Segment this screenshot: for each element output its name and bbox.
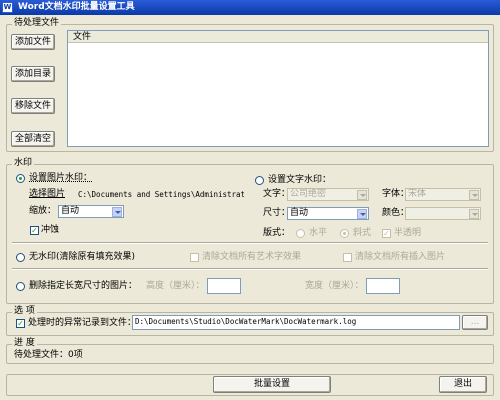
scale-select[interactable]: 自动: [58, 205, 124, 218]
divider: [12, 268, 488, 270]
choose-image-link[interactable]: 选择图片: [29, 189, 65, 200]
horizontal-radio[interactable]: [296, 229, 305, 238]
batch-apply-button[interactable]: 批量设置: [213, 376, 331, 393]
add-file-button[interactable]: 添加文件: [11, 34, 55, 50]
clear-wordart-checkbox[interactable]: [190, 253, 199, 262]
horizontal-label: 水平: [309, 228, 328, 238]
size-label: 尺寸：: [263, 208, 291, 218]
font-value: 宋体: [408, 189, 427, 199]
size-select[interactable]: 自动: [287, 207, 369, 220]
size-value: 自动: [290, 208, 309, 218]
image-watermark-radio[interactable]: [16, 174, 25, 183]
image-path-value: C:\Documents and Settings\Administrat: [78, 190, 244, 199]
pending-files-group-title: 待处理文件: [12, 18, 62, 29]
add-directory-button[interactable]: 添加目录: [11, 66, 55, 82]
file-list-column-header[interactable]: 文件: [68, 31, 488, 43]
chevron-down-icon: [469, 190, 479, 200]
text-value: 公司绝密: [290, 189, 327, 199]
clear-wordart-label: 清除文档所有艺术字效果: [202, 252, 302, 262]
width-input[interactable]: [366, 278, 400, 294]
no-watermark-label[interactable]: 无水印(清除原有填充效果): [29, 252, 135, 263]
log-errors-label: 处理时的异常记录到文件：: [28, 318, 137, 328]
height-input[interactable]: [207, 278, 241, 294]
scale-value: 自动: [61, 206, 80, 216]
text-label: 文字：: [263, 189, 291, 199]
watermark-group-title: 水印: [12, 158, 35, 169]
clear-images-label: 清除文档所有插入图片: [355, 252, 446, 262]
divider: [12, 242, 488, 244]
window-title: Word文档水印批量设置工具: [18, 2, 135, 12]
washout-checkbox[interactable]: ✓: [30, 226, 39, 235]
text-watermark-label[interactable]: 设置文字水印：: [268, 175, 331, 186]
color-select[interactable]: [405, 207, 481, 220]
remove-file-button[interactable]: 移除文件: [11, 98, 55, 114]
log-errors-checkbox[interactable]: ✓: [16, 319, 25, 328]
title-bar[interactable]: W Word文档水印批量设置工具: [0, 0, 500, 15]
progress-status: 待处理文件：0项: [14, 350, 83, 360]
delete-size-label[interactable]: 删除指定长宽尺寸的图片：: [29, 281, 137, 292]
clear-images-checkbox[interactable]: [343, 253, 352, 262]
layout-label: 版式：: [263, 228, 291, 238]
clear-all-button[interactable]: 全部清空: [11, 131, 55, 147]
chevron-down-icon: [469, 209, 479, 219]
chevron-down-icon: [357, 209, 367, 219]
height-label: 高度（厘米）：: [146, 281, 205, 291]
image-watermark-label[interactable]: 设置图片水印：: [29, 173, 92, 184]
log-path-input[interactable]: D:\Documents\Studio\DocWaterMark\DocWate…: [132, 315, 460, 330]
file-list[interactable]: 文件: [67, 30, 489, 147]
no-watermark-radio[interactable]: [16, 253, 25, 262]
washout-label: 冲蚀: [41, 225, 60, 235]
app-window: W Word文档水印批量设置工具 待处理文件 添加文件 添加目录 移除文件 全部…: [0, 0, 500, 400]
diagonal-label: 斜式: [353, 228, 372, 238]
font-select[interactable]: 宋体: [405, 188, 481, 201]
options-group-title: 选 项: [12, 306, 37, 317]
diagonal-radio[interactable]: [340, 229, 349, 238]
text-select[interactable]: 公司绝密: [287, 188, 369, 201]
semitransparent-label: 半透明: [394, 228, 422, 238]
text-watermark-radio[interactable]: [255, 176, 264, 185]
browse-button[interactable]: ...: [462, 315, 488, 330]
delete-size-radio[interactable]: [16, 282, 25, 291]
scale-label: 缩放：: [29, 206, 57, 216]
exit-button[interactable]: 退出: [439, 376, 487, 393]
chevron-down-icon: [357, 190, 367, 200]
chevron-down-icon: [112, 207, 122, 217]
semitransparent-checkbox[interactable]: ✓: [382, 229, 391, 238]
width-label: 宽度（厘米）：: [305, 281, 364, 291]
progress-group-title: 进 度: [12, 338, 37, 349]
word-app-icon: W: [2, 2, 13, 13]
